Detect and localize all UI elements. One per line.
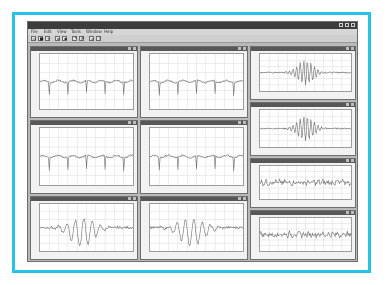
waveform-plot	[40, 128, 133, 185]
panel-minimize-icon[interactable]	[346, 103, 349, 106]
plot-panel[interactable]	[250, 158, 356, 208]
waveform-plot	[150, 204, 243, 251]
plot-area	[259, 217, 352, 252]
x-axis-label	[259, 149, 352, 154]
panel-minimize-icon[interactable]	[128, 121, 131, 124]
plot-area	[39, 53, 134, 110]
panel-minimize-icon[interactable]	[128, 47, 131, 50]
panel-close-icon[interactable]	[351, 103, 354, 106]
y-axis-labels	[141, 203, 148, 252]
x-axis-label	[149, 253, 244, 258]
plot-panel[interactable]	[140, 196, 248, 260]
panel-header	[141, 47, 247, 51]
y-axis-labels	[31, 203, 38, 252]
panel-minimize-icon[interactable]	[238, 121, 241, 124]
plot-panel[interactable]	[30, 46, 138, 118]
plot-area	[259, 165, 352, 200]
plot-area	[39, 203, 134, 252]
y-axis-labels	[251, 109, 258, 148]
toolbar: ▭ ■ + ▸ ▪ * # = ?	[28, 35, 357, 43]
y-axis-labels	[141, 127, 148, 186]
panel-header	[251, 211, 355, 215]
x-axis-label	[259, 253, 352, 258]
waveform-plot	[260, 54, 351, 91]
waveform-plot	[260, 218, 351, 251]
panel-close-icon[interactable]	[351, 47, 354, 50]
waveform-plot	[150, 54, 243, 109]
panel-minimize-icon[interactable]	[238, 47, 241, 50]
panel-minimize-icon[interactable]	[346, 47, 349, 50]
panel-header	[31, 47, 137, 51]
plot-panel[interactable]	[250, 46, 356, 100]
panel-close-icon[interactable]	[133, 47, 136, 50]
waveform-plot	[40, 204, 133, 251]
x-axis-label	[259, 201, 352, 206]
plot-panel[interactable]	[140, 120, 248, 194]
play-icon[interactable]: ▸	[55, 36, 60, 41]
image-border: File Edit View Tools Window Help ▭ ■ + ▸…	[12, 12, 371, 273]
panel-minimize-icon[interactable]	[128, 197, 131, 200]
plot-panel[interactable]	[140, 46, 248, 118]
x-axis-label	[39, 253, 134, 258]
y-axis-labels	[251, 217, 258, 252]
title-bar	[28, 22, 357, 29]
x-axis-label	[149, 111, 244, 116]
panel-minimize-icon[interactable]	[238, 197, 241, 200]
x-axis-label	[39, 187, 134, 192]
panel-header	[251, 47, 355, 51]
x-axis-label	[259, 93, 352, 98]
application-window: File Edit View Tools Window Help ▭ ■ + ▸…	[27, 21, 358, 262]
y-axis-labels	[251, 53, 258, 92]
panel-close-icon[interactable]	[243, 197, 246, 200]
plot-area	[149, 203, 244, 252]
panel-minimize-icon[interactable]	[346, 211, 349, 214]
panel-header	[141, 121, 247, 125]
panel-header	[141, 197, 247, 201]
panel-minimize-icon[interactable]	[346, 159, 349, 162]
y-axis-labels	[141, 53, 148, 110]
waveform-plot	[260, 166, 351, 199]
panel-close-icon[interactable]	[351, 159, 354, 162]
panel-header	[251, 159, 355, 163]
settings-icon[interactable]: *	[72, 36, 77, 41]
panel-header	[251, 103, 355, 107]
close-icon[interactable]	[351, 23, 355, 27]
plot-panel[interactable]	[30, 196, 138, 260]
plot-area	[149, 127, 244, 186]
y-axis-labels	[31, 53, 38, 110]
maximize-icon[interactable]	[345, 23, 349, 27]
panel-close-icon[interactable]	[133, 197, 136, 200]
panel-close-icon[interactable]	[351, 211, 354, 214]
zoom-icon[interactable]: +	[45, 36, 50, 41]
waveform-plot	[40, 54, 133, 109]
panel-close-icon[interactable]	[243, 121, 246, 124]
panel-header	[31, 197, 137, 201]
x-axis-label	[149, 187, 244, 192]
save-icon[interactable]: ■	[38, 36, 43, 41]
y-axis-labels	[251, 165, 258, 200]
plot-area	[149, 53, 244, 110]
panel-close-icon[interactable]	[133, 121, 136, 124]
waveform-plot	[150, 128, 243, 185]
panel-close-icon[interactable]	[243, 47, 246, 50]
open-file-icon[interactable]: ▭	[31, 36, 36, 41]
waveform-plot	[260, 110, 351, 147]
x-axis-label	[39, 111, 134, 116]
plot-area	[39, 127, 134, 186]
plot-panel[interactable]	[250, 210, 356, 260]
minimize-icon[interactable]	[339, 23, 343, 27]
plot-area	[259, 109, 352, 148]
print-icon[interactable]: =	[89, 36, 94, 41]
panel-header	[31, 121, 137, 125]
help-icon[interactable]: ?	[96, 36, 101, 41]
grid-icon[interactable]: #	[79, 36, 84, 41]
y-axis-labels	[31, 127, 38, 186]
plot-area	[259, 53, 352, 92]
stop-icon[interactable]: ▪	[62, 36, 67, 41]
plot-panel[interactable]	[250, 102, 356, 156]
plot-panel[interactable]	[30, 120, 138, 194]
